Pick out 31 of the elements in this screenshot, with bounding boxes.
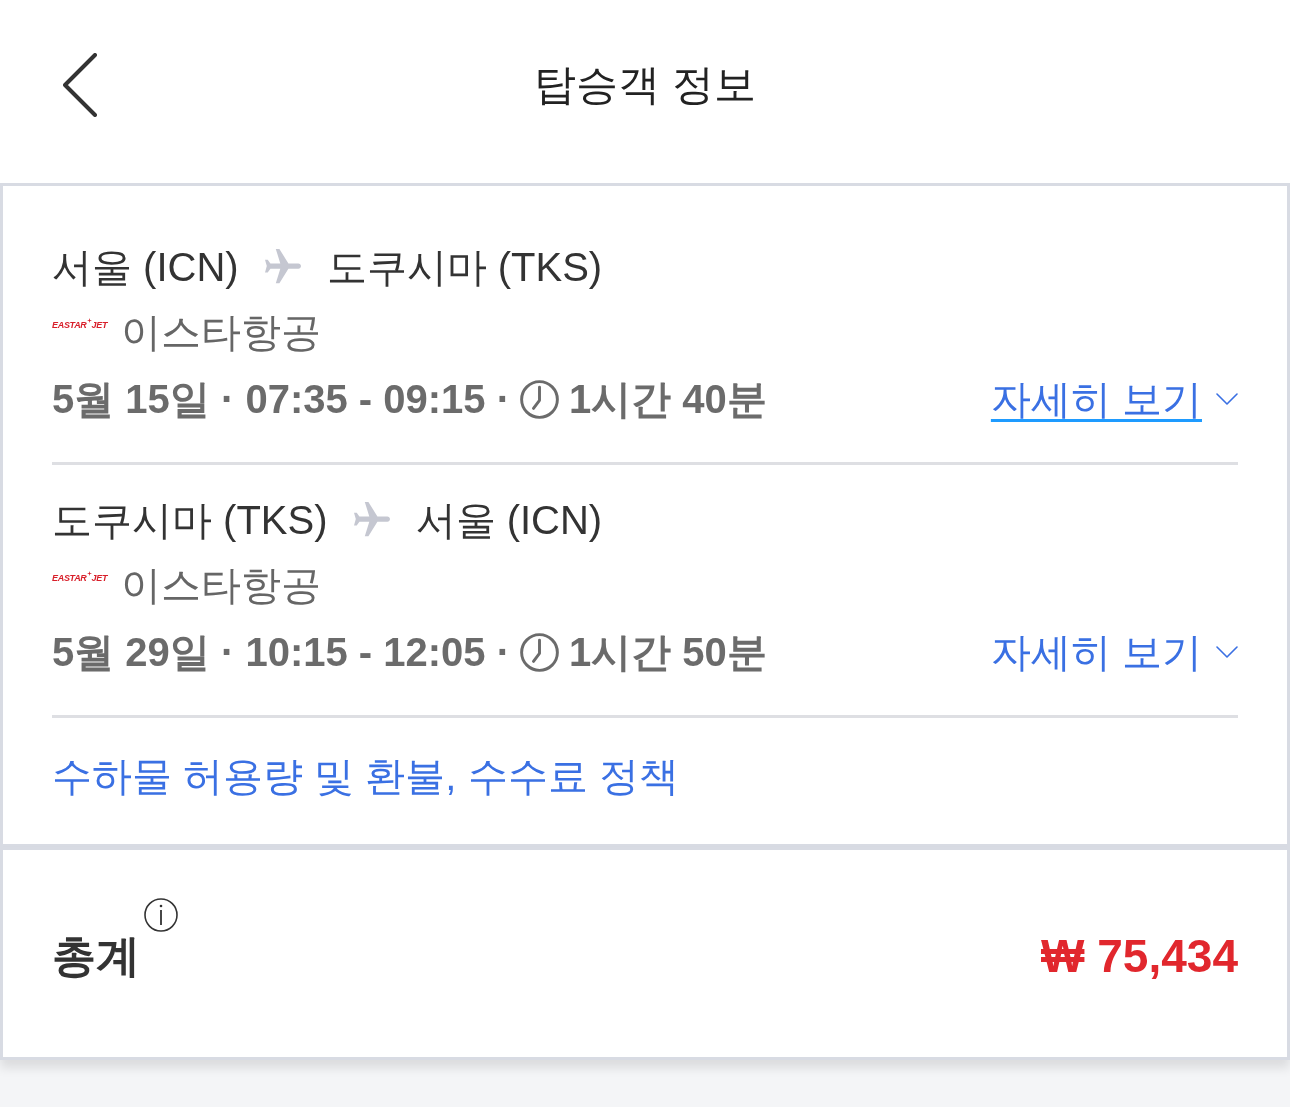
- airline-logo-text: JET: [91, 320, 108, 330]
- total-label: 총계: [52, 930, 140, 982]
- details-link[interactable]: 자세히 보기: [990, 627, 1238, 677]
- details-link[interactable]: 자세히 보기: [990, 374, 1238, 424]
- airline-logo-text: EASTAR: [52, 320, 87, 330]
- origin-text: 서울 (ICN): [52, 244, 239, 291]
- airplane-icon: [264, 249, 301, 285]
- destination-text: 도쿠시마 (TKS): [326, 244, 603, 291]
- origin-text: 도쿠시마 (TKS): [52, 497, 328, 544]
- destination-text: 서울 (ICN): [415, 497, 603, 544]
- airplane-icon: [353, 502, 390, 538]
- sparkle-icon: [86, 571, 92, 576]
- policy-link[interactable]: 수하물 허용량 및 환불, 수수료 정책: [52, 754, 679, 798]
- back-button[interactable]: [63, 52, 97, 117]
- flight-duration: 1시간 40분: [569, 376, 767, 423]
- clock-icon: [520, 379, 559, 419]
- chevron-down-icon: [1216, 646, 1238, 658]
- flight-schedule: 5월 15일 · 07:35 - 09:15 ·: [52, 376, 510, 423]
- airline-logo-text: EASTAR: [52, 573, 87, 583]
- flight-schedule: 5월 29일 · 10:15 - 12:05 ·: [52, 629, 510, 676]
- clock-icon: [520, 632, 559, 672]
- airline-name: 이스타항공: [121, 562, 322, 609]
- total-amount: ₩ 75,434: [1041, 930, 1238, 982]
- back-icon: [63, 52, 97, 117]
- info-icon[interactable]: [144, 898, 178, 932]
- chevron-down-icon: [1216, 393, 1238, 405]
- sparkle-icon: [86, 318, 92, 323]
- airline-name: 이스타항공: [121, 309, 322, 356]
- airline-logo-text: JET: [91, 573, 108, 583]
- page-title: 탑승객 정보: [534, 59, 756, 110]
- flight-duration: 1시간 50분: [569, 629, 767, 676]
